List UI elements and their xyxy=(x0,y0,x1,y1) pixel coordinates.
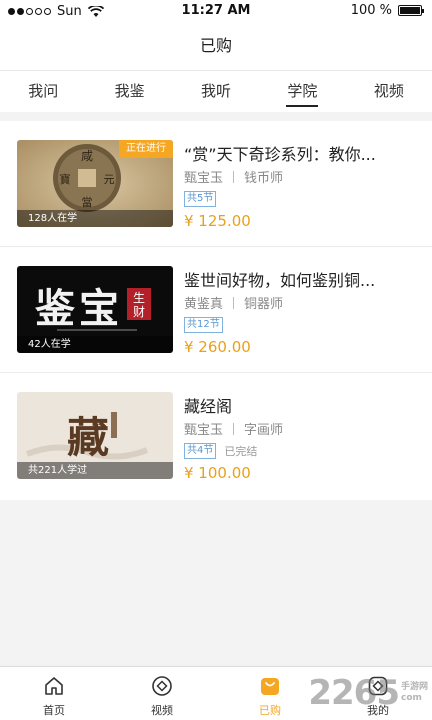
svg-text:咸: 咸 xyxy=(81,149,93,163)
tabbar-home[interactable]: 首页 xyxy=(0,667,108,720)
teacher-role: 铜器师 xyxy=(244,297,284,312)
watermark-number: 2265 xyxy=(308,673,400,713)
tab-wowen[interactable]: 我问 xyxy=(0,71,86,112)
teacher-name: 甄宝玉 xyxy=(184,171,224,186)
divider xyxy=(233,296,235,309)
completed-status: 已完结 xyxy=(224,445,258,458)
watermark-text: 手游网 xyxy=(400,682,428,692)
lesson-count-tag: 共12节 xyxy=(184,317,223,333)
teacher-name: 黄鉴真 xyxy=(184,297,224,312)
battery-percent: 100 % xyxy=(350,3,392,18)
lesson-count-tag: 共5节 xyxy=(184,191,217,207)
svg-text:藏: 藏 xyxy=(67,413,109,462)
watermark-domain: com xyxy=(400,693,422,703)
course-title[interactable]: 鉴世间好物，如何鉴别铜... xyxy=(184,267,418,291)
site-watermark: 2265 手游网 com xyxy=(308,666,428,720)
svg-text:财: 财 xyxy=(133,305,145,319)
course-meta: 甄宝玉 字画师 xyxy=(184,419,283,438)
course-thumbnail[interactable]: 鉴 宝 生 财 42人在学 xyxy=(17,266,173,353)
svg-text:當: 當 xyxy=(82,196,93,209)
course-meta: 黄鉴真 铜器师 xyxy=(184,293,283,312)
svg-text:寶: 寶 xyxy=(60,172,71,186)
page-title: 已购 xyxy=(199,36,232,55)
course-price: ¥ 260.00 xyxy=(184,338,251,356)
status-bar: Sun 11:27 AM 100 % xyxy=(0,0,432,22)
course-title[interactable]: 藏经阁 xyxy=(184,393,418,417)
tab-woting[interactable]: 我听 xyxy=(173,71,259,112)
svg-text:生: 生 xyxy=(133,291,145,305)
course-thumbnail[interactable]: 藏 共221人学过 xyxy=(17,392,173,479)
tab-xueyuan[interactable]: 学院 xyxy=(259,71,345,112)
learner-count: 共221人学过 xyxy=(17,462,173,479)
teacher-role: 字画师 xyxy=(244,423,284,438)
divider xyxy=(233,422,235,435)
learner-count: 42人在学 xyxy=(17,336,173,353)
tabbar-video[interactable]: 视频 xyxy=(108,667,216,720)
learner-count: 128人在学 xyxy=(17,210,173,227)
video-icon xyxy=(152,676,172,696)
tabbar-label: 首页 xyxy=(43,704,65,717)
tab-shipin[interactable]: 视频 xyxy=(346,71,432,112)
course-list: 咸 元 寶 當 正在进行 128人在学 “赏”天下奇珍系列：教你... 甄宝玉 … xyxy=(0,121,432,500)
home-icon xyxy=(45,677,63,695)
tabbar-label: 视频 xyxy=(151,704,173,717)
teacher-role: 钱币师 xyxy=(244,171,284,186)
svg-text:元: 元 xyxy=(104,173,115,186)
course-title[interactable]: “赏”天下奇珍系列：教你... xyxy=(184,141,418,165)
course-thumbnail[interactable]: 咸 元 寶 當 正在进行 128人在学 xyxy=(17,140,173,227)
course-meta: 甄宝玉 钱币师 xyxy=(184,167,283,186)
tab-wojian[interactable]: 我鉴 xyxy=(86,71,172,112)
svg-text:鉴: 鉴 xyxy=(35,285,76,332)
course-item[interactable]: 鉴 宝 生 财 42人在学 鉴世间好物，如何鉴别铜... 黄鉴真 铜器师 共12… xyxy=(0,247,432,373)
course-price: ¥ 125.00 xyxy=(184,212,251,230)
course-item[interactable]: 咸 元 寶 當 正在进行 128人在学 “赏”天下奇珍系列：教你... 甄宝玉 … xyxy=(0,121,432,247)
bag-icon xyxy=(261,678,279,695)
nav-bar: 已购 xyxy=(0,22,432,70)
category-tabs: 我问 我鉴 我听 学院 视频 xyxy=(0,70,432,112)
divider xyxy=(233,170,235,183)
svg-text:宝: 宝 xyxy=(79,285,119,332)
course-item[interactable]: 藏 共221人学过 藏经阁 甄宝玉 字画师 共4节 已完结 ¥ 100.00 xyxy=(0,373,432,500)
live-badge: 正在进行 xyxy=(119,140,173,158)
lesson-count-tag: 共4节 xyxy=(184,443,217,459)
battery-icon xyxy=(398,5,424,16)
course-price: ¥ 100.00 xyxy=(184,464,251,482)
teacher-name: 甄宝玉 xyxy=(184,423,224,438)
